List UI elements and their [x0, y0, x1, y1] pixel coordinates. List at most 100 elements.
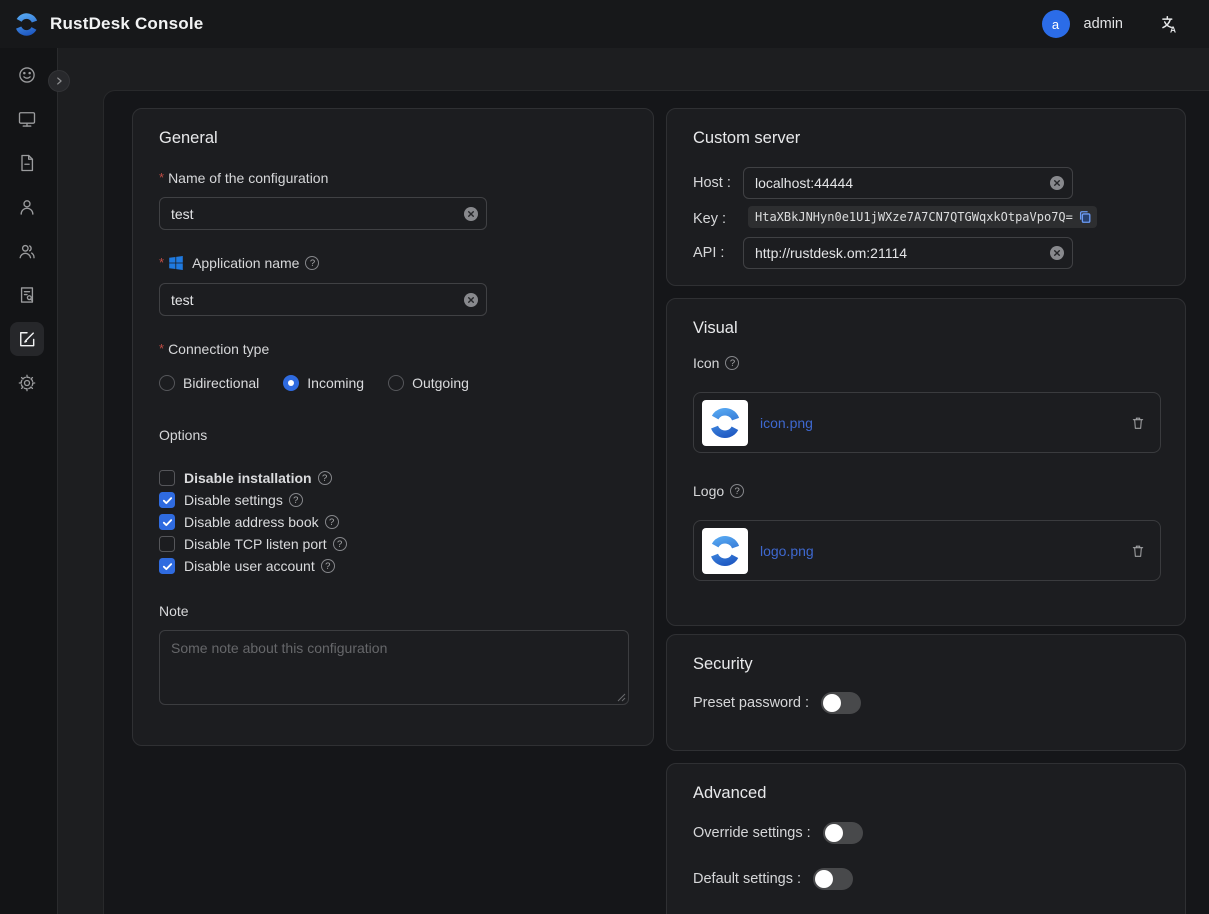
visual-card: Visual Icon ? icon.png [666, 298, 1186, 626]
icon-thumbnail [702, 400, 748, 446]
chevron-right-icon [54, 76, 64, 86]
custom-server-title: Custom server [693, 129, 800, 148]
required-asterisk: * [159, 341, 164, 356]
users-group-icon [17, 241, 37, 261]
host-field [743, 167, 1073, 199]
copy-icon[interactable] [1078, 210, 1092, 224]
help-icon[interactable]: ? [333, 537, 347, 551]
rustdesk-logo-icon [13, 11, 40, 38]
general-title: General [159, 129, 218, 148]
sidebar-item-dashboard[interactable] [10, 58, 44, 92]
options-label: Options [159, 427, 207, 443]
icon-file-link[interactable]: icon.png [760, 415, 813, 431]
required-asterisk: * [159, 170, 164, 185]
default-settings-toggle[interactable] [813, 868, 853, 890]
checkbox-disable-tcp-listen-port[interactable]: Disable TCP listen port ? [159, 533, 347, 555]
rustdesk-logo-icon [707, 405, 743, 441]
svg-text:A: A [1170, 24, 1176, 34]
preset-password-row: Preset password : [693, 692, 861, 714]
main-content: General * Name of the configuration * Ap… [103, 90, 1209, 914]
host-label: Host : [693, 175, 731, 191]
clear-icon[interactable] [1050, 246, 1064, 260]
radio-outgoing[interactable]: Outgoing [388, 375, 469, 391]
clear-icon[interactable] [1050, 176, 1064, 190]
topbar: RustDesk Console a admin A [0, 0, 1209, 48]
key-value: HtaXBkJNHyn0e1U1jWXze7A7CN7QTGWqxkOtpaVp… [755, 210, 1073, 224]
logo-label: Logo ? [693, 483, 744, 499]
app-title: RustDesk Console [50, 14, 203, 34]
note-label: Note [159, 603, 189, 619]
sidebar-item-configurations[interactable] [10, 322, 44, 356]
api-field [743, 237, 1073, 269]
note-field [159, 630, 629, 705]
help-icon[interactable]: ? [318, 471, 332, 485]
application-name-input[interactable] [159, 283, 487, 316]
trash-icon[interactable] [1130, 415, 1146, 431]
checkbox-disable-installation[interactable]: Disable installation ? [159, 467, 347, 489]
avatar[interactable]: a [1042, 10, 1070, 38]
custom-server-card: Custom server Host : Key : HtaXBkJNHyn0e… [666, 108, 1186, 286]
preset-password-toggle[interactable] [821, 692, 861, 714]
key-field: HtaXBkJNHyn0e1U1jWXze7A7CN7QTGWqxkOtpaVp… [748, 206, 1097, 228]
sidebar-item-devices[interactable] [10, 102, 44, 136]
trash-icon[interactable] [1130, 543, 1146, 559]
checkbox-disable-settings[interactable]: Disable settings ? [159, 489, 347, 511]
application-name-label: * Application name ? [159, 255, 319, 271]
help-icon[interactable]: ? [305, 256, 319, 270]
connection-type-label: * Connection type [159, 341, 269, 357]
icon-file-row: icon.png [693, 392, 1161, 453]
connection-type-radios: Bidirectional Incoming Outgoing [159, 375, 469, 391]
help-icon[interactable]: ? [725, 356, 739, 370]
edit-config-icon [17, 329, 37, 349]
toggle-knob [825, 824, 843, 842]
logo-thumbnail [702, 528, 748, 574]
document-icon [17, 153, 37, 173]
sidebar-item-audit[interactable] [10, 278, 44, 312]
checkbox-disable-user-account[interactable]: Disable user account ? [159, 555, 347, 577]
sidebar-collapse-button[interactable] [48, 70, 70, 92]
sidebar-item-groups[interactable] [10, 234, 44, 268]
monitor-icon [17, 109, 37, 129]
help-icon[interactable]: ? [325, 515, 339, 529]
gear-icon [17, 373, 37, 393]
help-icon[interactable]: ? [730, 484, 744, 498]
logo-file-link[interactable]: logo.png [760, 543, 814, 559]
override-settings-row: Override settings : [693, 822, 863, 844]
override-settings-label: Override settings : [693, 825, 811, 841]
clear-icon[interactable] [464, 207, 478, 221]
general-card: General * Name of the configuration * Ap… [132, 108, 654, 746]
sidebar-item-users[interactable] [10, 190, 44, 224]
override-settings-toggle[interactable] [823, 822, 863, 844]
radio-incoming[interactable]: Incoming [283, 375, 364, 391]
topbar-right: a admin A [1042, 0, 1209, 48]
advanced-title: Advanced [693, 784, 766, 803]
brand[interactable]: RustDesk Console [13, 11, 203, 38]
default-settings-row: Default settings : [693, 868, 853, 890]
sidebar-item-sessions[interactable] [10, 146, 44, 180]
toggle-knob [815, 870, 833, 888]
radio-icon [159, 375, 175, 391]
checkbox-icon [159, 514, 175, 530]
config-name-input[interactable] [159, 197, 487, 230]
checkbox-icon [159, 492, 175, 508]
advanced-card: Advanced Override settings : Default set… [666, 763, 1186, 914]
translate-icon[interactable]: A [1157, 12, 1181, 36]
host-input[interactable] [743, 167, 1073, 199]
clear-icon[interactable] [464, 293, 478, 307]
security-card: Security Preset password : [666, 634, 1186, 751]
logo-file-row: logo.png [693, 520, 1161, 581]
visual-title: Visual [693, 319, 738, 338]
help-icon[interactable]: ? [321, 559, 335, 573]
radio-bidirectional[interactable]: Bidirectional [159, 375, 259, 391]
checkbox-icon [159, 558, 175, 574]
options-checkboxes: Disable installation ? Disable settings … [159, 467, 347, 577]
help-icon[interactable]: ? [289, 493, 303, 507]
note-textarea[interactable] [159, 630, 629, 705]
sidebar-item-settings[interactable] [10, 366, 44, 400]
default-settings-label: Default settings : [693, 871, 801, 887]
username[interactable]: admin [1084, 16, 1124, 32]
checkbox-disable-address-book[interactable]: Disable address book ? [159, 511, 347, 533]
rustdesk-logo-icon [707, 533, 743, 569]
rustdesk-console-page: RustDesk Console a admin A [0, 0, 1209, 914]
api-input[interactable] [743, 237, 1073, 269]
